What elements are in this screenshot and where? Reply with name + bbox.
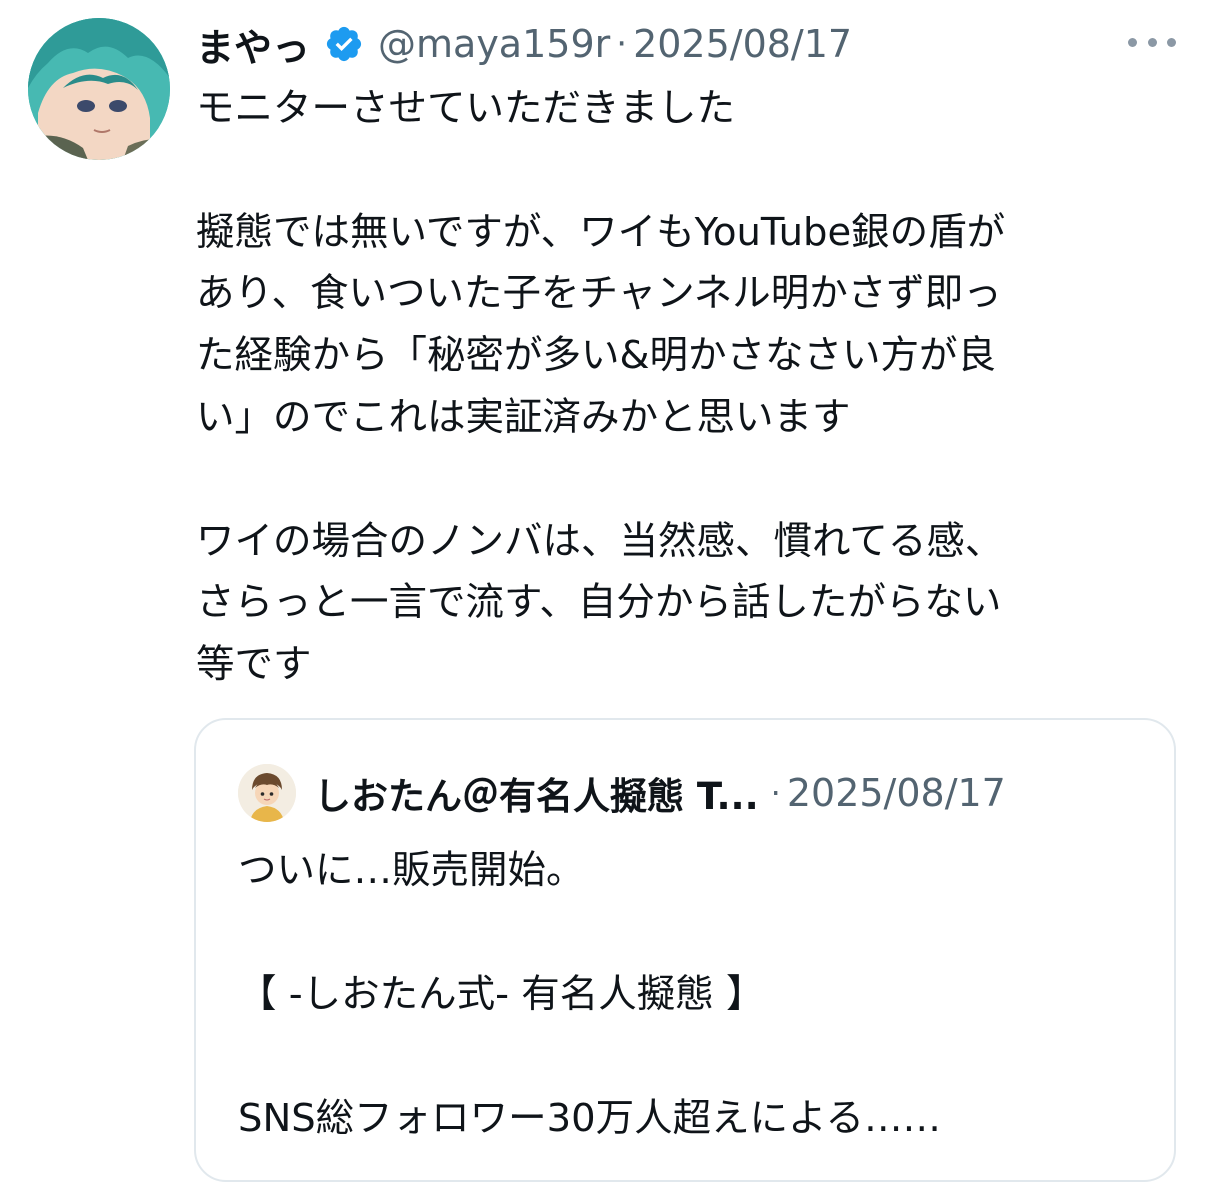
tweet-line: 等です	[196, 642, 312, 688]
quoted-author-avatar	[238, 764, 296, 822]
tweet-text: モニターさせていただきました 擬態では無いですが、ワイもYouTube銀の盾が …	[196, 78, 1171, 696]
quoted-tweet-date[interactable]: 2025/08/17	[787, 771, 1006, 815]
anime-character-avatar-icon	[28, 18, 170, 160]
author-handle[interactable]: @maya159r	[378, 22, 610, 66]
quoted-tweet-card[interactable]: しおたん＠有名人擬態 T... · 2025/08/17 ついに…販売開始。 【…	[194, 718, 1176, 1182]
quoted-header-separator: ·	[770, 774, 781, 812]
tweet-line: さらっと一言で流す、自分から話したがらない	[196, 580, 1002, 626]
quoted-line: 【 -しおたん式- 有名人擬態 】	[238, 972, 765, 1017]
dot	[1147, 37, 1157, 47]
quoted-author-name[interactable]: しおたん＠有名人擬態 T...	[314, 766, 759, 820]
tweet-line: 擬態では無いですが、ワイもYouTube銀の盾が	[196, 209, 1006, 255]
header-separator: ·	[616, 24, 628, 64]
tweet-date[interactable]: 2025/08/17	[633, 22, 852, 66]
more-options-icon[interactable]	[1128, 22, 1176, 62]
tweet-line: い」のでこれは実証済みかと思います	[196, 394, 851, 440]
dot	[1128, 37, 1137, 47]
verified-badge-icon[interactable]	[324, 24, 364, 64]
tweet-line: モニターさせていただきました	[196, 86, 736, 131]
quoted-line: ついに…販売開始。	[238, 848, 585, 893]
dot	[1167, 37, 1176, 47]
author-display-name[interactable]: まやっ	[196, 17, 310, 72]
quoted-line: SNS総フォロワー30万人超えによる……	[238, 1096, 942, 1141]
quoted-tweet-header: しおたん＠有名人擬態 T... · 2025/08/17	[314, 764, 1006, 822]
quoted-tweet-text: ついに…販売開始。 【 -しおたん式- 有名人擬態 】 SNS総フォロワー30万…	[238, 840, 1138, 1150]
tweet-line: た経験から「秘密が多い&明かさなさい方が良	[196, 333, 997, 379]
cartoon-boy-avatar-icon	[238, 764, 296, 822]
tweet-line: あり、食いついた子をチャンネル明かさず即っ	[196, 271, 1002, 317]
tweet-header: まやっ @maya159r · 2025/08/17	[196, 14, 852, 74]
author-avatar[interactable]	[28, 18, 170, 160]
tweet-line: ワイの場合のノンバは、当然感、慣れてる感、	[196, 518, 1004, 564]
